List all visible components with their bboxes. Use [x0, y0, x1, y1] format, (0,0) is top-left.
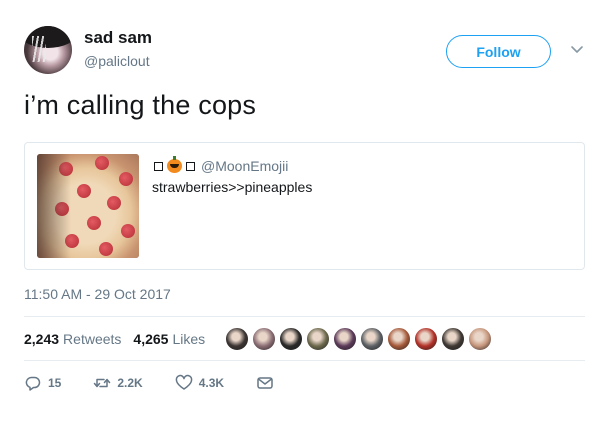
likes-stat[interactable]: 4,265 Likes [133, 331, 205, 347]
pumpkin-icon [167, 156, 182, 173]
divider [24, 316, 585, 317]
like-button[interactable]: 4.3K [175, 374, 224, 392]
reply-count: 15 [48, 376, 62, 390]
retweet-count: 2.2K [117, 376, 143, 390]
retweets-stat[interactable]: 2,243 Retweets [24, 331, 121, 347]
tweet-text: i’m calling the cops [24, 90, 257, 120]
liker-avatar[interactable] [387, 327, 411, 351]
box-glyph-icon [186, 161, 195, 171]
follow-button[interactable]: Follow [446, 35, 551, 68]
liker-avatar[interactable] [441, 327, 465, 351]
liker-avatar[interactable] [279, 327, 303, 351]
tweet: sad sam @paliclout Follow i’m calling th… [0, 0, 616, 421]
reply-icon [25, 376, 41, 391]
tweet-actions: 15 2.2K 4.3K [24, 374, 306, 392]
direct-message-button[interactable] [256, 374, 274, 392]
quoted-tweet-header: @MoonEmojii [152, 156, 288, 175]
author-avatar[interactable] [24, 26, 72, 74]
quoted-tweet[interactable]: @MoonEmojii strawberries>>pineapples [24, 142, 585, 270]
tweet-stats: 2,243 Retweets 4,265 Likes [24, 330, 217, 348]
reply-button[interactable]: 15 [24, 374, 61, 392]
retweet-icon [94, 378, 111, 388]
likes-label: Likes [172, 331, 206, 347]
like-count: 4.3K [198, 376, 225, 390]
liker-avatar[interactable] [360, 327, 384, 351]
quoted-tweet-image[interactable] [37, 154, 139, 258]
retweet-button[interactable]: 2.2K [93, 374, 143, 392]
retweets-count: 2,243 [24, 331, 60, 347]
divider [24, 360, 585, 361]
liker-avatars [225, 327, 495, 351]
liker-avatar[interactable] [252, 327, 276, 351]
box-glyph-icon [154, 161, 163, 171]
quoted-handle[interactable]: @MoonEmojii [201, 158, 288, 174]
liker-avatar[interactable] [225, 327, 249, 351]
caret-down-icon[interactable] [569, 44, 585, 56]
author-handle[interactable]: @paliclout [84, 53, 150, 69]
message-icon [257, 377, 273, 389]
author-display-name[interactable]: sad sam [84, 28, 152, 48]
liker-avatar[interactable] [333, 327, 357, 351]
liker-avatar[interactable] [306, 327, 330, 351]
like-icon [175, 374, 192, 390]
likes-count: 4,265 [133, 331, 169, 347]
retweets-label: Retweets [63, 331, 122, 347]
liker-avatar[interactable] [414, 327, 438, 351]
liker-avatar[interactable] [468, 327, 492, 351]
quoted-display-name[interactable] [152, 156, 197, 173]
quoted-tweet-text: strawberries>>pineapples [152, 179, 313, 195]
tweet-timestamp[interactable]: 11:50 AM - 29 Oct 2017 [24, 286, 171, 302]
